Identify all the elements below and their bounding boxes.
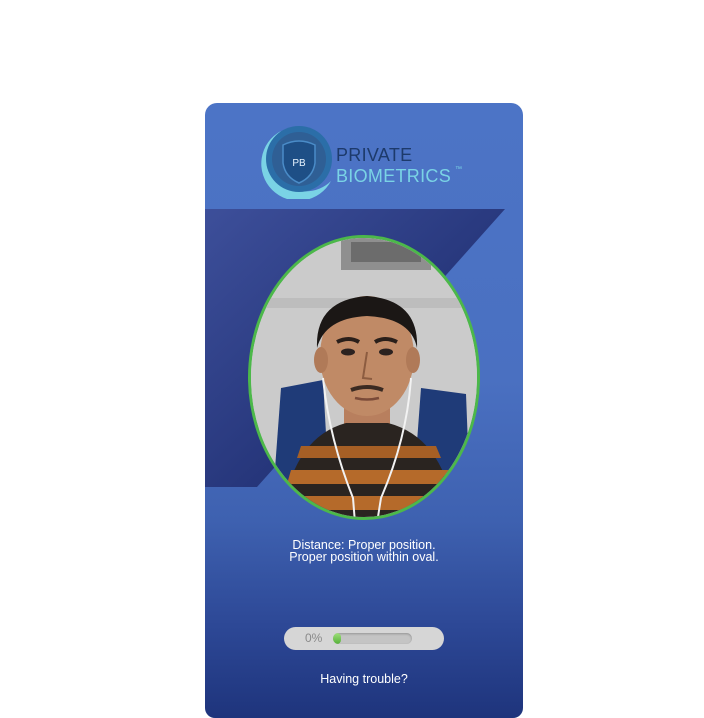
logo-initials: PB [292,158,306,169]
logo-emblem-icon: PB [261,126,332,199]
camera-feed-oval [248,235,480,520]
trademark-symbol: ™ [455,166,462,173]
progress-track [333,633,412,644]
enrollment-card: PB PRIVATE BIOMETRICS ™ Distance: Proper… [205,103,523,718]
progress-percent-label: 0% [305,631,323,645]
progress-fill [333,633,341,644]
having-trouble-link[interactable]: Having trouble? [205,672,523,686]
position-status-text: Proper position within oval. [289,550,439,564]
brand-logo: PB PRIVATE BIOMETRICS ™ [259,125,469,199]
brand-name-line-1: PRIVATE [336,145,413,165]
brand-name-line-2: BIOMETRICS [336,166,452,186]
face-camera-feed [251,238,477,517]
progress-indicator: 0% [284,627,444,650]
